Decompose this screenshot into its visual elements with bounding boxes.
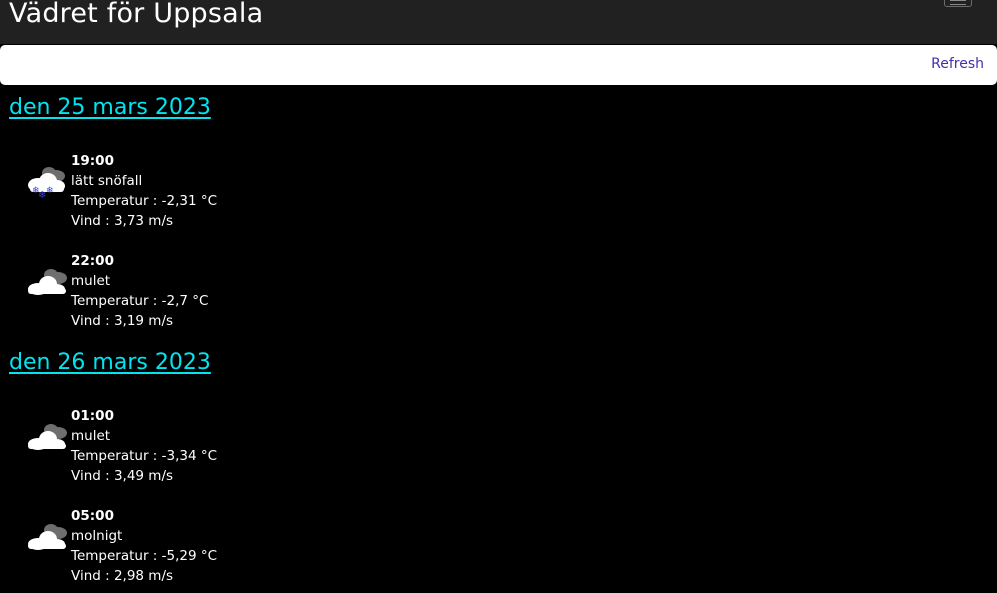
svg-text:❄: ❄: [46, 186, 54, 196]
day-heading[interactable]: den 25 mars 2023: [9, 95, 211, 120]
forecast-wind: Vind : 3,19 m/s: [71, 313, 174, 329]
toolbar: Refresh: [0, 45, 997, 85]
forecast-details: 05:00 molnigt Temperatur : -5,29 °C Vind…: [71, 506, 217, 586]
forecast-description: lätt snöfall: [71, 173, 143, 189]
forecast-details: 22:00 mulet Temperatur : -2,7 °C Vind : …: [71, 251, 208, 331]
cloudy-icon: [28, 524, 67, 550]
forecast-item: 22:00 mulet Temperatur : -2,7 °C Vind : …: [24, 251, 424, 331]
light-snow-icon: ❄ ❄ ❄: [28, 167, 65, 199]
forecast-temperature: Temperatur : -5,29 °C: [71, 548, 218, 564]
forecast-wind: Vind : 2,98 m/s: [71, 568, 174, 584]
forecast-temperature: Temperatur : -2,31 °C: [71, 193, 218, 209]
overcast-cloud-icon: [28, 269, 67, 295]
forecast-wind: Vind : 3,49 m/s: [71, 468, 174, 484]
forecast-description: mulet: [71, 273, 111, 289]
app-header: Vädret för Uppsala: [0, 0, 997, 44]
forecast-wind: Vind : 3,73 m/s: [71, 213, 174, 229]
forecast-details: 01:00 mulet Temperatur : -3,34 °C Vind :…: [71, 406, 217, 486]
forecast-description: mulet: [71, 428, 111, 444]
svg-text:❄: ❄: [32, 186, 40, 196]
forecast-temperature: Temperatur : -3,34 °C: [71, 448, 218, 464]
hamburger-line: [950, 4, 966, 5]
forecast-time: 05:00: [71, 508, 114, 524]
day-heading[interactable]: den 26 mars 2023: [9, 350, 211, 375]
forecast-temperature: Temperatur : -2,7 °C: [71, 293, 209, 309]
refresh-link[interactable]: Refresh: [931, 56, 984, 72]
forecast-item: 01:00 mulet Temperatur : -3,34 °C Vind :…: [24, 406, 424, 486]
overcast-cloud-icon: [28, 424, 67, 450]
forecast-time: 19:00: [71, 153, 114, 169]
hamburger-line: [950, 0, 966, 1]
forecast-time: 22:00: [71, 253, 114, 269]
forecast-item: ❄ ❄ ❄ 19:00 lätt snöfall Temperatur : -2…: [24, 151, 424, 231]
menu-toggle-button[interactable]: [944, 0, 972, 7]
forecast-description: molnigt: [71, 528, 123, 544]
forecast-item: 05:00 molnigt Temperatur : -5,29 °C Vind…: [24, 506, 424, 586]
page-title: Vädret för Uppsala: [9, 0, 264, 29]
forecast-details: 19:00 lätt snöfall Temperatur : -2,31 °C…: [71, 151, 217, 231]
forecast-time: 01:00: [71, 408, 114, 424]
